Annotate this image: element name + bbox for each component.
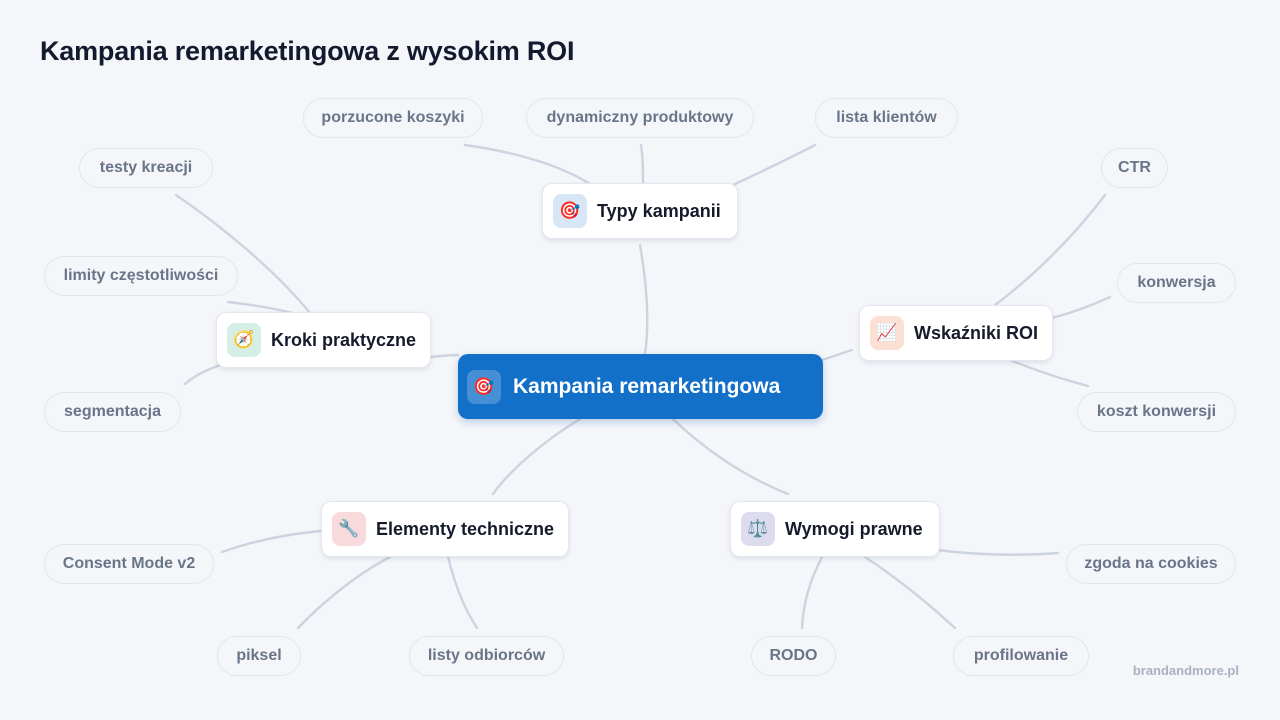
- leaf-segmentacja: segmentacja: [44, 392, 181, 432]
- branch-kroki-praktyczne: 🧭 Kroki praktyczne: [216, 312, 431, 368]
- branch-elementy-techniczne: 🔧 Elementy techniczne: [321, 501, 569, 557]
- leaf-limity-czestotliwosci: limity częstotliwości: [44, 256, 238, 296]
- connector: [463, 143, 592, 186]
- leaf-zgoda-na-cookies: zgoda na cookies: [1066, 544, 1236, 584]
- connector: [1050, 295, 1112, 320]
- connector: [863, 555, 957, 630]
- branch-label: Kroki praktyczne: [271, 329, 417, 350]
- branch-label: Wskaźniki ROI: [914, 322, 1039, 343]
- connector: [491, 417, 582, 496]
- branch-typy-kampanii: 🎯 Typy kampanii: [542, 183, 738, 239]
- connector: [731, 143, 817, 187]
- connector: [446, 555, 479, 630]
- leaf-piksel: piksel: [217, 636, 301, 676]
- leaf-porzucone-koszyki: porzucone koszyki: [303, 98, 483, 138]
- branch-wymogi-prawne: ⚖️ Wymogi prawne: [730, 501, 940, 557]
- connector: [638, 243, 649, 356]
- branch-label: Elementy techniczne: [376, 518, 555, 539]
- compass-icon: 🧭: [227, 323, 261, 357]
- leaf-dynamiczny-produktowy: dynamiczny produktowy: [526, 98, 754, 138]
- leaf-koszt-konwersji: koszt konwersji: [1077, 392, 1236, 432]
- connector: [220, 529, 322, 554]
- connector: [820, 348, 854, 362]
- branch-wskazniki-roi: 📈 Wskaźniki ROI: [859, 305, 1053, 361]
- branch-label: Typy kampanii: [597, 200, 721, 221]
- central-node: 🎯 Kampania remarketingowa: [458, 354, 823, 419]
- leaf-consent-mode-v2: Consent Mode v2: [44, 544, 214, 584]
- connector: [936, 548, 1060, 556]
- connector: [993, 193, 1107, 307]
- wrench-icon: 🔧: [332, 512, 366, 546]
- target-icon: 🎯: [467, 369, 501, 404]
- central-label: Kampania remarketingowa: [513, 374, 781, 398]
- chart-increasing-icon: 📈: [870, 316, 904, 350]
- connector: [183, 363, 223, 386]
- connector: [429, 353, 460, 359]
- connector: [671, 417, 790, 496]
- connector: [296, 555, 392, 630]
- branch-label: Wymogi prawne: [785, 518, 923, 539]
- target-icon: 🎯: [553, 194, 587, 228]
- leaf-profilowanie: profilowanie: [953, 636, 1089, 676]
- connector: [639, 143, 645, 185]
- connector: [800, 555, 824, 630]
- leaf-testy-kreacji: testy kreacji: [79, 148, 213, 188]
- leaf-ctr: CTR: [1101, 148, 1168, 188]
- leaf-konwersja: konwersja: [1117, 263, 1236, 303]
- leaf-rodo: RODO: [751, 636, 836, 676]
- leaf-lista-klientow: lista klientów: [815, 98, 958, 138]
- footer-credit: brandandmore.pl: [1132, 663, 1239, 678]
- connector: [1008, 358, 1090, 388]
- scales-icon: ⚖️: [741, 512, 775, 546]
- leaf-listy-odbiorcow: listy odbiorców: [409, 636, 564, 676]
